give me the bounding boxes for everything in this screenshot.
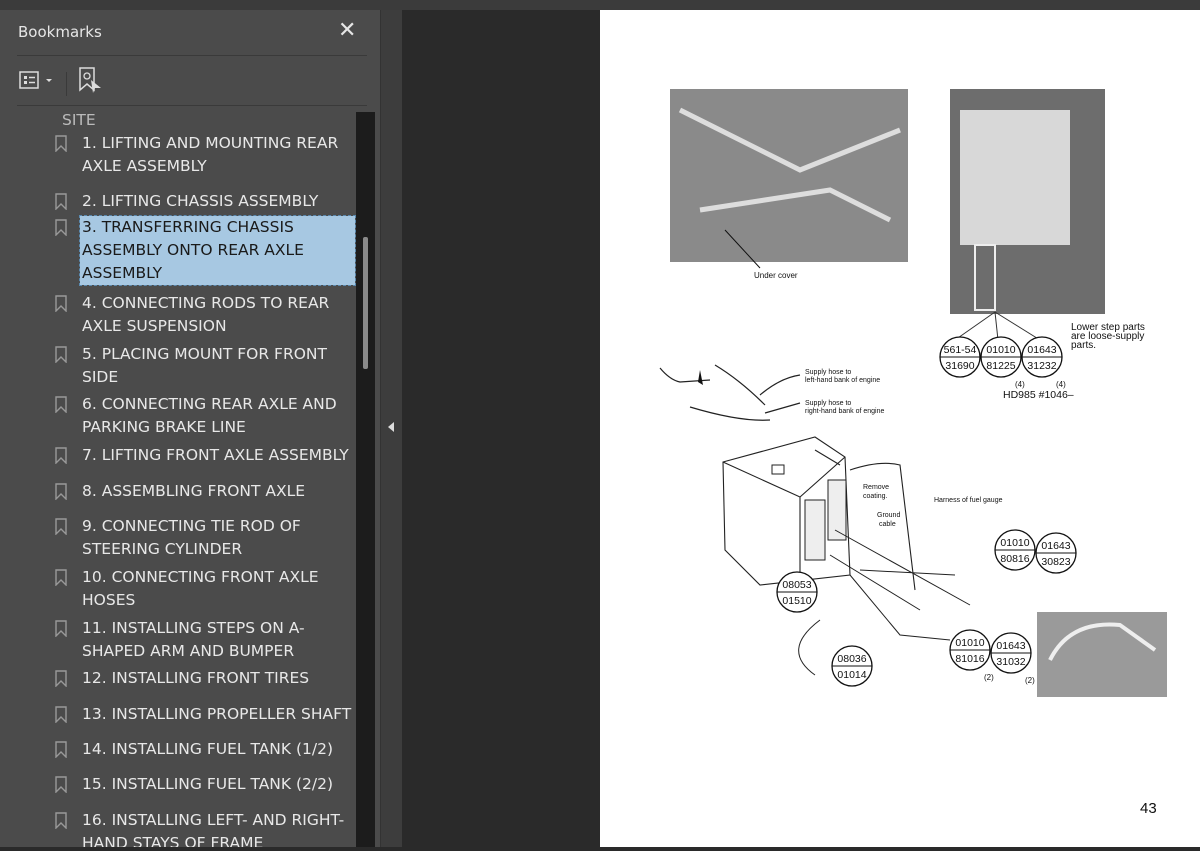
- bookmark-label: 12. INSTALLING FRONT TIRES: [82, 669, 310, 687]
- part-bottom: 81225: [986, 360, 1015, 372]
- part-top: 08053: [782, 579, 811, 591]
- bookmark-icon: [55, 812, 67, 829]
- part-bottom: 31232: [1027, 360, 1056, 372]
- bookmark-label: 9. CONNECTING TIE ROD OF STEERING CYLIND…: [82, 517, 301, 558]
- part-top: 561-54: [944, 344, 977, 356]
- photo-under-cover: [670, 89, 908, 262]
- panel-title: Bookmarks: [18, 23, 102, 41]
- part-number-callout: 01010 81016(2): [949, 629, 994, 682]
- collapse-left-icon: [388, 422, 394, 432]
- part-top: 08036: [837, 653, 866, 665]
- part-top: 01010: [986, 344, 1015, 356]
- part-qty: (4): [1056, 380, 1066, 389]
- bookmark-icon: [55, 776, 67, 793]
- bookmark-label: 10. CONNECTING FRONT AXLE HOSES: [82, 568, 319, 609]
- label-hose-left: Supply hose to: [805, 369, 851, 376]
- part-qty: (4): [1015, 380, 1025, 389]
- scrollbar-thumb[interactable]: [363, 237, 368, 369]
- label-under-cover: Under cover: [754, 271, 798, 280]
- bookmark-label: 11. INSTALLING STEPS ON A-SHAPED ARM AND…: [82, 619, 305, 660]
- bookmark-label: 4. CONNECTING RODS TO REAR AXLE SUSPENSI…: [82, 294, 330, 335]
- bookmark-label: 5. PLACING MOUNT FOR FRONT SIDE: [82, 345, 327, 386]
- part-qty: (2): [1025, 676, 1035, 685]
- part-bottom: 31690: [945, 360, 974, 372]
- scrollbar[interactable]: [356, 112, 375, 847]
- bookmark-label: ASSEMBLING PROCEDURES ON SITE: [62, 111, 96, 129]
- bookmark-icon: [55, 447, 67, 464]
- part-qty: (2): [984, 673, 994, 682]
- page-figure: Under cover Lower step parts are loose-s…: [659, 89, 1167, 697]
- label-hose-right: right-hand bank of engine: [805, 408, 884, 415]
- part-number-callout: 01643 30823: [1035, 532, 1077, 574]
- label-model: HD985 #1046–: [1003, 389, 1074, 401]
- close-icon[interactable]: ✕: [338, 18, 356, 43]
- bookmark-label: 2. LIFTING CHASSIS ASSEMBLY: [82, 192, 319, 210]
- part-top: 01010: [955, 637, 984, 649]
- part-number-callout: 01643 31232(4): [1021, 336, 1066, 389]
- bookmark-icon: [55, 741, 67, 758]
- bookmark-icon: [55, 569, 67, 586]
- bookmark-icon: [55, 483, 67, 500]
- part-number-callout: 08036 01014: [831, 645, 873, 687]
- part-top: 01643: [1027, 344, 1056, 356]
- part-bottom: 31032: [996, 656, 1025, 668]
- label-hose-right: Supply hose to: [805, 400, 851, 407]
- bookmark-label: 1. LIFTING AND MOUNTING REAR AXLE ASSEMB…: [82, 134, 339, 175]
- bookmark-label: 15. INSTALLING FUEL TANK (2/2): [82, 775, 334, 793]
- part-top: 01643: [996, 640, 1025, 652]
- bookmark-label: 14. INSTALLING FUEL TANK (1/2): [82, 740, 334, 758]
- part-number-callout: 01010 81225(4): [980, 336, 1025, 389]
- part-bottom: 01510: [782, 595, 811, 607]
- label-lower-step: parts.: [1071, 340, 1096, 351]
- bookmark-icon: [55, 518, 67, 535]
- divider: [17, 55, 367, 56]
- options-button[interactable]: [18, 70, 58, 92]
- part-bottom: 80816: [1000, 553, 1029, 565]
- bookmark-label: 8. ASSEMBLING FRONT AXLE: [82, 482, 306, 500]
- bookmark-icon: [55, 346, 67, 363]
- part-bottom: 01014: [837, 669, 866, 681]
- label-hose-left: left-hand bank of engine: [805, 377, 880, 384]
- part-number-callout: 561-54 31690: [939, 336, 981, 378]
- bookmark-label: 3. TRANSFERRING CHASSIS ASSEMBLY ONTO RE…: [79, 215, 356, 286]
- bookmark-icon: [55, 295, 67, 312]
- label-ground-cable: Ground: [877, 512, 900, 519]
- part-bottom: 30823: [1041, 556, 1070, 568]
- part-top: 01010: [1000, 537, 1029, 549]
- bookmarks-panel: Bookmarks ✕ ASSEMBLING PROCEDURES ON SIT…: [0, 10, 380, 847]
- part-top: 01643: [1041, 540, 1070, 552]
- find-current-bookmark-icon: [79, 67, 101, 93]
- bookmark-icon: [55, 706, 67, 723]
- bookmark-label: 16. INSTALLING LEFT- AND RIGHT-HAND STAY…: [82, 811, 345, 847]
- bookmark-icon: [55, 670, 67, 687]
- bookmark-icon: [55, 135, 67, 152]
- part-number-callout: 08053 01510: [776, 571, 818, 613]
- bookmark-icon: [55, 620, 67, 637]
- collapse-panel-handle[interactable]: [380, 10, 402, 847]
- bookmark-label: 6. CONNECTING REAR AXLE AND PARKING BRAK…: [82, 395, 337, 436]
- find-current-bookmark-button[interactable]: [78, 66, 104, 96]
- part-bottom: 81016: [955, 653, 984, 665]
- bookmark-label: 7. LIFTING FRONT AXLE ASSEMBLY: [82, 446, 349, 464]
- list-options-icon: [19, 71, 52, 89]
- page-number: 43: [1140, 800, 1157, 817]
- label-ground-cable: cable: [879, 521, 896, 528]
- bookmark-label: 13. INSTALLING PROPELLER SHAFT: [82, 705, 352, 723]
- label-remove-coating: coating.: [863, 493, 888, 500]
- bookmark-icon: [55, 193, 67, 210]
- part-number-callout: 01010 80816: [994, 529, 1036, 571]
- bookmark-list: ASSEMBLING PROCEDURES ON SITE 1. LIFTING …: [0, 106, 356, 847]
- part-number-callout: 01643 31032(2): [990, 632, 1035, 685]
- bookmark-icon: [55, 219, 67, 236]
- top-bar: [0, 0, 1200, 10]
- divider: [66, 72, 67, 96]
- label-remove-coating: Remove: [863, 484, 889, 491]
- bookmark-icon: [55, 396, 67, 413]
- pdf-page: Under cover Lower step parts are loose-s…: [600, 10, 1200, 847]
- label-harness: Harness of fuel gauge: [934, 497, 1003, 504]
